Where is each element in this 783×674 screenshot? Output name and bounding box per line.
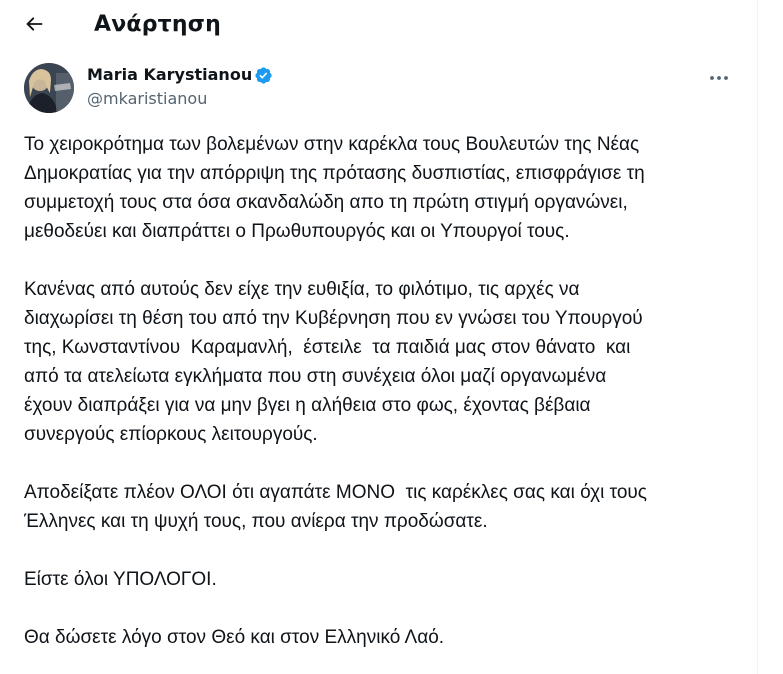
post-line: συμμετοχή τους στα όσα σκανδαλώδη απο τη… [24,192,628,213]
post-paragraph-3: Αποδείξατε πλέον ΟΛΟΙ ότι αγαπάτε ΜΟΝΟ τ… [24,478,736,536]
avatar[interactable] [24,63,74,113]
more-horizontal-icon [709,66,729,85]
author-name[interactable]: Maria Karystianou [87,65,252,85]
author-handle[interactable]: @mkaristianou [87,89,207,109]
post-line: μεθοδεύει και διαπράττει ο Πρωθυπουργός … [24,221,570,242]
post-line: Κανένας από αυτούς δεν είχε την ευθιξία,… [24,279,580,300]
post-line: από τα ατελείωτα εγκλήματα που στη συνέχ… [24,366,607,387]
post-paragraph-2: Κανένας από αυτούς δεν είχε την ευθιξία,… [24,275,736,449]
post-paragraph-5: Θα δώσετε λόγο στον Θεό και στον Ελληνικ… [24,623,736,652]
page-header: Ανάρτηση [0,0,757,52]
post-line: της, Κωνσταντίνου Καραμανλή, έστειλε τα … [24,337,631,358]
post-text: Το χειροκρότημα των βολεμένων στην καρέκ… [24,130,736,652]
post-line: έχουν διαπράξει για να μην βγει η αλήθει… [24,395,591,416]
more-options-button[interactable] [702,62,736,88]
post-paragraph-4: Είστε όλοι ΥΠΟΛΟΓΟΙ. [24,565,736,594]
post-line: Θα δώσετε λόγο στον Θεό και στον Ελληνικ… [24,627,445,648]
page-title: Ανάρτηση [94,12,221,37]
post-line: διαχωρίσει τη θέση του από την Κυβέρνηση… [24,308,643,329]
arrow-left-icon [23,13,45,39]
post-line: Αποδείξατε πλέον ΟΛΟΙ ότι αγαπάτε ΜΟΝΟ τ… [24,482,647,503]
post-detail-page: Ανάρτηση Maria Karystianou @mkaristianou [0,0,758,674]
post-line: συνεργούς επίορκους λειτουργούς. [24,424,318,445]
post-line: Δημοκρατίας για την απόρριψη της πρόταση… [24,163,645,184]
post-paragraph-1: Το χειροκρότημα των βολεμένων στην καρέκ… [24,130,736,246]
back-button[interactable] [16,8,52,44]
post-line: Είστε όλοι ΥΠΟΛΟΓΟΙ. [24,569,217,590]
verified-badge-icon [254,66,273,85]
post-line: Το χειροκρότημα των βολεμένων στην καρέκ… [24,134,640,155]
post-line: Έλληνες και τη ψυχή τους, που ανίερα την… [24,511,488,532]
